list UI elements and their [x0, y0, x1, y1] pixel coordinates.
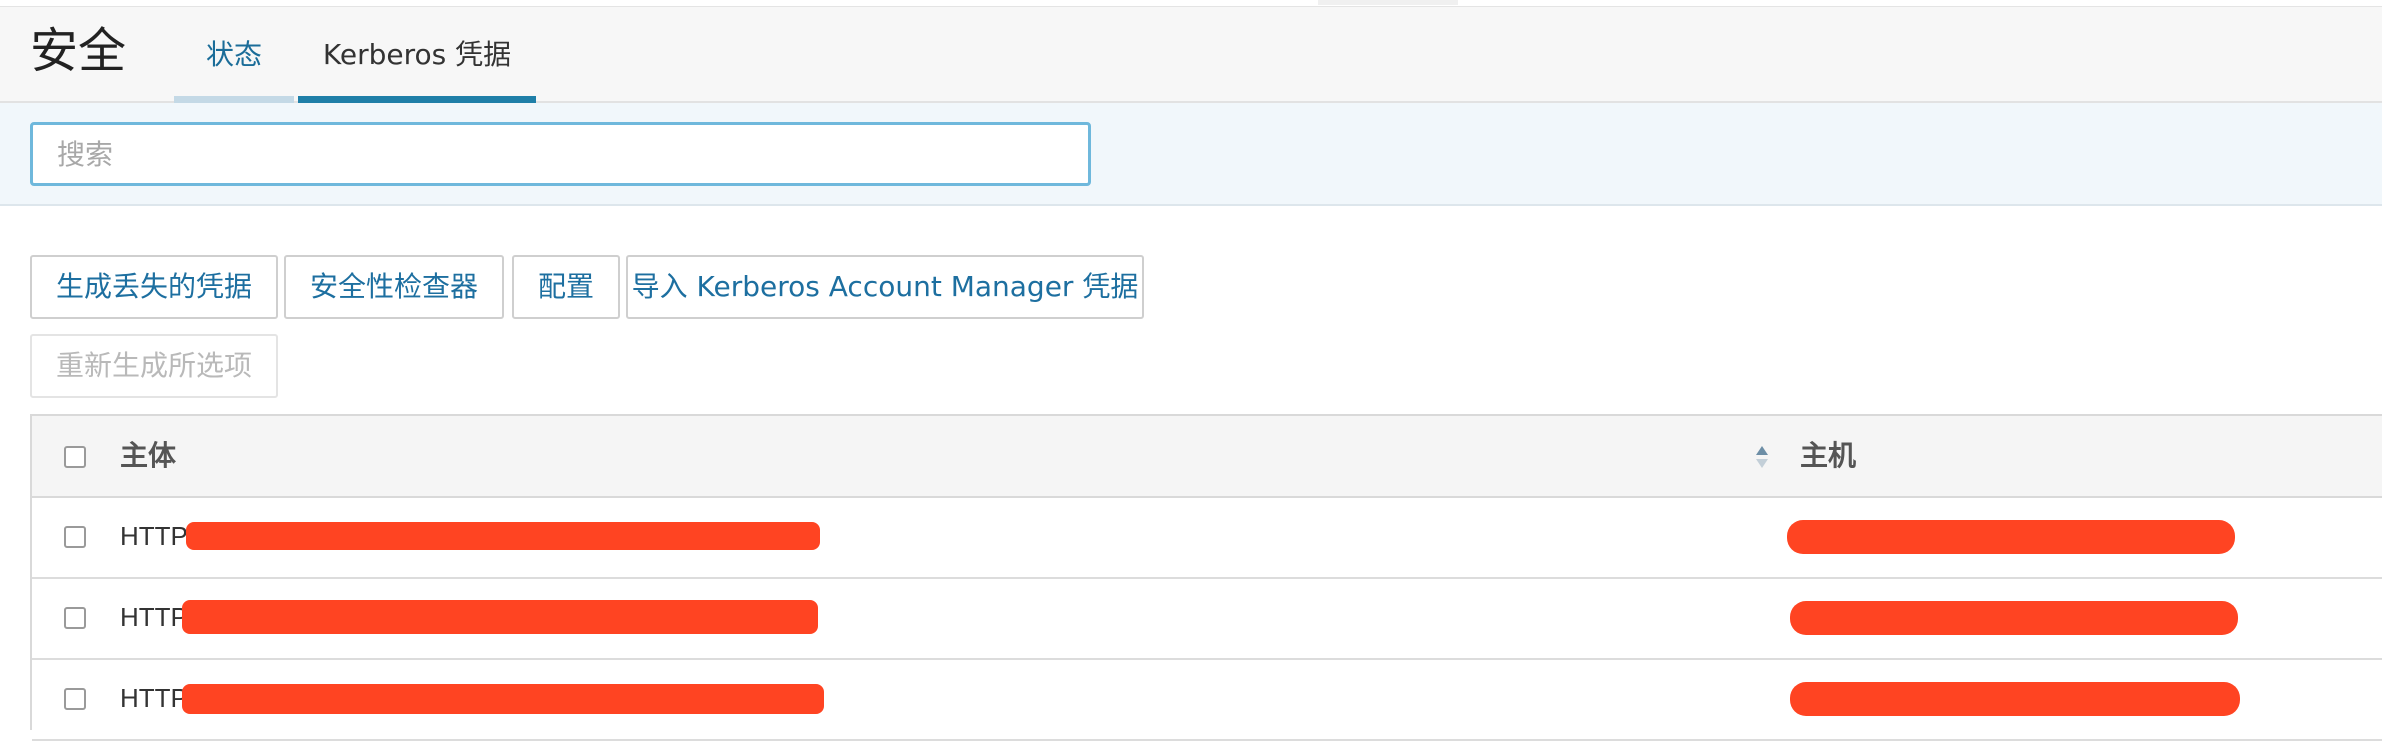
import-kerberos-account-manager-credentials-button[interactable]: 导入 Kerberos Account Manager 凭据 [626, 255, 1144, 319]
principal-cell: HTTP [120, 683, 188, 713]
tab-status[interactable]: 状态 [174, 7, 294, 103]
column-header-principal[interactable]: 主体 [120, 438, 176, 474]
sort-icon[interactable] [1754, 444, 1770, 470]
configuration-button[interactable]: 配置 [512, 255, 620, 319]
credentials-table: 主体 主机 HTTP HTTP HTTP [30, 414, 2382, 741]
table-row[interactable]: HTTP [32, 579, 2382, 660]
tab-kerberos-credentials[interactable]: Kerberos 凭据 [298, 7, 536, 103]
top-border-tab [1318, 0, 1458, 5]
security-inspector-button[interactable]: 安全性检查器 [284, 255, 504, 319]
redaction-mark [182, 684, 824, 714]
page-title: 安全 [30, 23, 127, 79]
row-checkbox[interactable] [64, 607, 86, 629]
redaction-mark [1790, 682, 2240, 716]
tab-status-indicator [174, 96, 294, 103]
search-input[interactable] [30, 122, 1091, 186]
principal-cell: HTTP [120, 602, 188, 632]
table-row[interactable]: HTTP [32, 660, 2382, 741]
row-checkbox[interactable] [64, 526, 86, 548]
regenerate-selected-button[interactable]: 重新生成所选项 [30, 334, 278, 398]
top-border [0, 0, 2382, 7]
tab-status-label: 状态 [205, 38, 262, 71]
tab-active-indicator [298, 96, 536, 103]
generate-missing-credentials-button[interactable]: 生成丢失的凭据 [30, 255, 278, 319]
principal-cell: HTTP [120, 521, 188, 551]
column-header-host[interactable]: 主机 [1800, 438, 1856, 474]
table-header: 主体 主机 [32, 416, 2382, 498]
redaction-mark [1790, 601, 2238, 635]
search-bar [0, 103, 2382, 206]
select-all-checkbox[interactable] [64, 446, 86, 468]
page-header: 安全 状态 Kerberos 凭据 [0, 7, 2382, 103]
table-row[interactable]: HTTP [32, 498, 2382, 579]
row-checkbox[interactable] [64, 688, 86, 710]
tab-kerberos-credentials-label: Kerberos 凭据 [322, 38, 512, 71]
redaction-mark [1787, 520, 2235, 554]
redaction-mark [182, 600, 818, 634]
redaction-mark [186, 522, 820, 550]
